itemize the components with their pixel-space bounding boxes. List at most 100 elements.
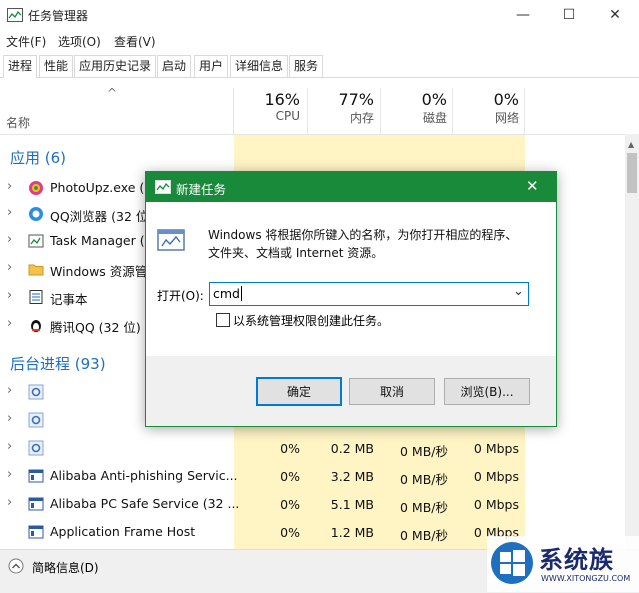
- collapse-up-icon[interactable]: [8, 558, 24, 574]
- ok-button[interactable]: 确定: [256, 377, 342, 406]
- background-section-title: 后台进程 (93): [10, 355, 106, 373]
- open-combobox[interactable]: cmd ⌄: [209, 282, 529, 306]
- column-header-disk[interactable]: 0% 磁盘: [381, 90, 447, 126]
- net-label: 网络: [494, 111, 519, 125]
- dialog-close-icon[interactable]: ✕: [526, 177, 539, 195]
- chevron-right-icon[interactable]: ›: [7, 439, 12, 454]
- app-name: 腾讯QQ (32 位): [50, 320, 141, 335]
- task-manager-app-icon: [7, 8, 23, 22]
- column-header-net[interactable]: 0% 网络: [453, 90, 519, 126]
- chevron-right-icon[interactable]: ›: [7, 383, 12, 398]
- cpu-cell: 0%: [280, 497, 300, 512]
- tab-details[interactable]: 详细信息: [230, 55, 289, 77]
- disk-cell: 0 MB/秒: [400, 528, 448, 543]
- process-name: Alibaba PC Safe Service (32 ...: [50, 496, 240, 511]
- tab-services[interactable]: 服务: [289, 55, 324, 77]
- mem-cell: 5.1 MB: [330, 497, 374, 512]
- net-cell: 0 Mbps: [473, 441, 519, 456]
- qq-browser-icon: [29, 207, 43, 221]
- table-row[interactable]: › Alibaba Anti-phishing Servic... 0% 3.2…: [0, 464, 625, 490]
- table-row[interactable]: › Alibaba PC Safe Service (32 ... 0% 5.1…: [0, 492, 625, 518]
- app-name: 记事本: [50, 292, 88, 307]
- dialog-description-line1: Windows 将根据你所键入的名称，为你打开相应的程序、: [208, 228, 518, 242]
- tab-performance[interactable]: 性能: [39, 55, 74, 77]
- gear-icon: [28, 440, 44, 456]
- disk-cell: 0 MB/秒: [400, 500, 448, 515]
- tab-processes[interactable]: 进程: [3, 55, 38, 78]
- close-button[interactable]: ✕: [592, 0, 638, 30]
- menu-view[interactable]: 查看(V): [114, 33, 156, 50]
- maximize-icon: ☐: [562, 7, 576, 23]
- photoupz-icon: [29, 181, 43, 195]
- browse-button[interactable]: 浏览(B)...: [444, 378, 530, 405]
- cancel-button[interactable]: 取消: [349, 378, 435, 405]
- fewer-details-link[interactable]: 简略信息(D): [32, 559, 99, 576]
- dialog-description-line2: 文件夹、文档或 Internet 资源。: [208, 246, 384, 260]
- menu-options[interactable]: 选项(O): [58, 33, 101, 50]
- cpu-cell: 0%: [280, 441, 300, 456]
- column-header-name[interactable]: 名称: [6, 114, 30, 131]
- cpu-total: 16%: [264, 90, 300, 109]
- sort-arrow-icon: ^: [107, 86, 118, 100]
- run-program-icon: [157, 229, 185, 251]
- column-header-mem[interactable]: 77% 内存: [308, 90, 374, 126]
- net-cell: 0 Mbps: [473, 497, 519, 512]
- scroll-up-icon[interactable]: ▲: [628, 140, 634, 149]
- table-row[interactable]: › 0% 0.2 MB 0 MB/秒 0 Mbps: [0, 436, 625, 462]
- maximize-button[interactable]: ☐: [546, 0, 592, 30]
- notepad-icon: [29, 290, 43, 304]
- watermark-brand: 系统族: [539, 546, 614, 574]
- chevron-right-icon[interactable]: ›: [7, 467, 12, 482]
- chevron-right-icon[interactable]: ›: [7, 316, 12, 331]
- scrollbar-thumb[interactable]: [627, 153, 637, 193]
- chevron-right-icon[interactable]: ›: [7, 179, 12, 194]
- chevron-right-icon[interactable]: ›: [7, 260, 12, 275]
- tab-startup[interactable]: 启动: [157, 55, 192, 77]
- minimize-icon: —: [516, 7, 530, 23]
- chevron-right-icon[interactable]: ›: [7, 205, 12, 220]
- minimize-button[interactable]: —: [500, 0, 546, 30]
- net-total: 0%: [493, 90, 519, 109]
- watermark-logo: 系统族 WWW.XITONGZU.COM: [487, 536, 639, 592]
- windows-logo-icon: [491, 542, 533, 584]
- net-cell: 0 Mbps: [473, 469, 519, 484]
- process-name: Application Frame Host: [50, 524, 196, 539]
- app-window-icon: [28, 525, 44, 539]
- admin-checkbox[interactable]: [216, 313, 230, 327]
- chevron-right-icon[interactable]: ›: [7, 232, 12, 247]
- chevron-right-icon[interactable]: ›: [7, 411, 12, 426]
- app-window-icon: [28, 469, 44, 483]
- open-input[interactable]: cmd: [213, 286, 240, 301]
- text-cursor: [241, 286, 242, 301]
- mem-label: 内存: [349, 111, 374, 125]
- task-manager-small-icon: [155, 180, 171, 194]
- mem-total: 77%: [338, 90, 374, 109]
- process-name: Alibaba Anti-phishing Servic...: [50, 468, 238, 483]
- app-name: PhotoUpz.exe (3: [50, 180, 153, 195]
- open-label: 打开(O):: [157, 289, 204, 303]
- column-header-cpu[interactable]: 16% CPU: [234, 90, 300, 123]
- gear-icon: [28, 384, 44, 400]
- cpu-cell: 0%: [280, 525, 300, 540]
- vertical-scrollbar[interactable]: [625, 134, 639, 549]
- menu-file[interactable]: 文件(F): [6, 33, 46, 50]
- dialog-title: 新建任务: [176, 182, 227, 197]
- chevron-down-icon[interactable]: ⌄: [513, 284, 524, 299]
- mem-cell: 1.2 MB: [330, 525, 374, 540]
- chevron-right-icon[interactable]: ›: [7, 288, 12, 303]
- app-window-icon: [28, 497, 44, 511]
- tab-users[interactable]: 用户: [194, 55, 229, 77]
- disk-cell: 0 MB/秒: [400, 472, 448, 487]
- dialog-title-bar: 新建任务 ✕: [146, 172, 556, 202]
- chevron-right-icon[interactable]: ›: [7, 495, 12, 510]
- column-separator: [524, 88, 525, 134]
- mem-cell: 3.2 MB: [330, 469, 374, 484]
- disk-label: 磁盘: [422, 111, 447, 125]
- disk-total: 0%: [421, 90, 447, 109]
- mem-cell: 0.2 MB: [330, 441, 374, 456]
- task-manager-icon: [28, 234, 44, 248]
- disk-cell: 0 MB/秒: [400, 444, 448, 459]
- tab-app-history[interactable]: 应用历史记录: [74, 55, 157, 77]
- qq-penguin-icon: [31, 320, 41, 332]
- cpu-cell: 0%: [280, 469, 300, 484]
